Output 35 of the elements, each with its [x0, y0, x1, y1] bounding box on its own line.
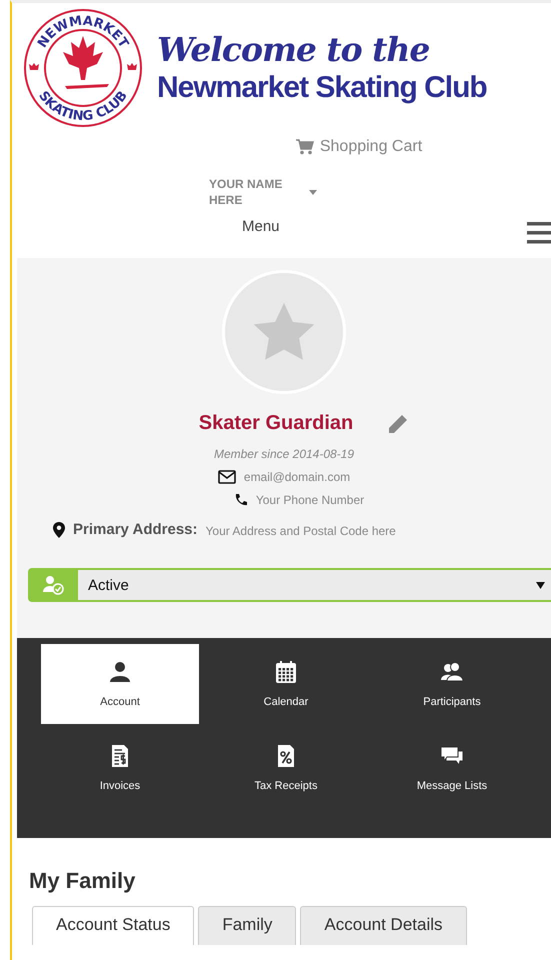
status-value: Active: [88, 576, 129, 594]
nav-tile[interactable]: Calendar: [207, 644, 365, 724]
map-pin-icon: [53, 522, 65, 538]
tab[interactable]: Account Details: [300, 906, 467, 945]
welcome-heading: Welcome to the: [157, 30, 430, 70]
menu-label[interactable]: Menu: [242, 218, 280, 234]
address-label: Primary Address:: [73, 521, 198, 538]
status-select[interactable]: Active: [28, 568, 551, 602]
nav-tile[interactable]: Participants: [373, 644, 531, 724]
user-check-icon: [43, 575, 65, 595]
calendar-icon: [274, 660, 298, 684]
cart-icon: [296, 139, 314, 155]
club-name-heading: Newmarket Skating Club: [157, 70, 487, 106]
menu-icon[interactable]: [527, 221, 551, 245]
nav-tile[interactable]: Message Lists: [373, 728, 531, 808]
pencil-icon[interactable]: [387, 412, 410, 434]
caret-icon: [309, 190, 317, 194]
star-icon: [253, 303, 315, 361]
dropdown-arrow-icon: [536, 582, 545, 588]
envelope-icon: [218, 470, 236, 484]
shopping-cart-link[interactable]: Shopping Cart: [296, 138, 422, 156]
section-title: My Family: [29, 868, 136, 894]
tab[interactable]: Family: [198, 906, 296, 945]
nav-tile[interactable]: Invoices: [41, 728, 199, 808]
nav-tile[interactable]: Tax Receipts: [207, 728, 365, 808]
phone-icon: [234, 493, 248, 507]
person-icon: [108, 660, 132, 684]
address-text: Your Address and Postal Code here: [206, 524, 396, 538]
member-since-text: Member since 2014-08-19: [214, 447, 354, 461]
phone-text: Your Phone Number: [256, 493, 364, 507]
email-text: email@domain.com: [244, 470, 350, 484]
user-menu-dropdown[interactable]: YOUR NAME HERE: [209, 176, 317, 208]
nav-tile[interactable]: Account: [41, 644, 199, 724]
profile-name: Skater Guardian: [198, 412, 354, 435]
tab[interactable]: Account Status: [32, 906, 194, 945]
